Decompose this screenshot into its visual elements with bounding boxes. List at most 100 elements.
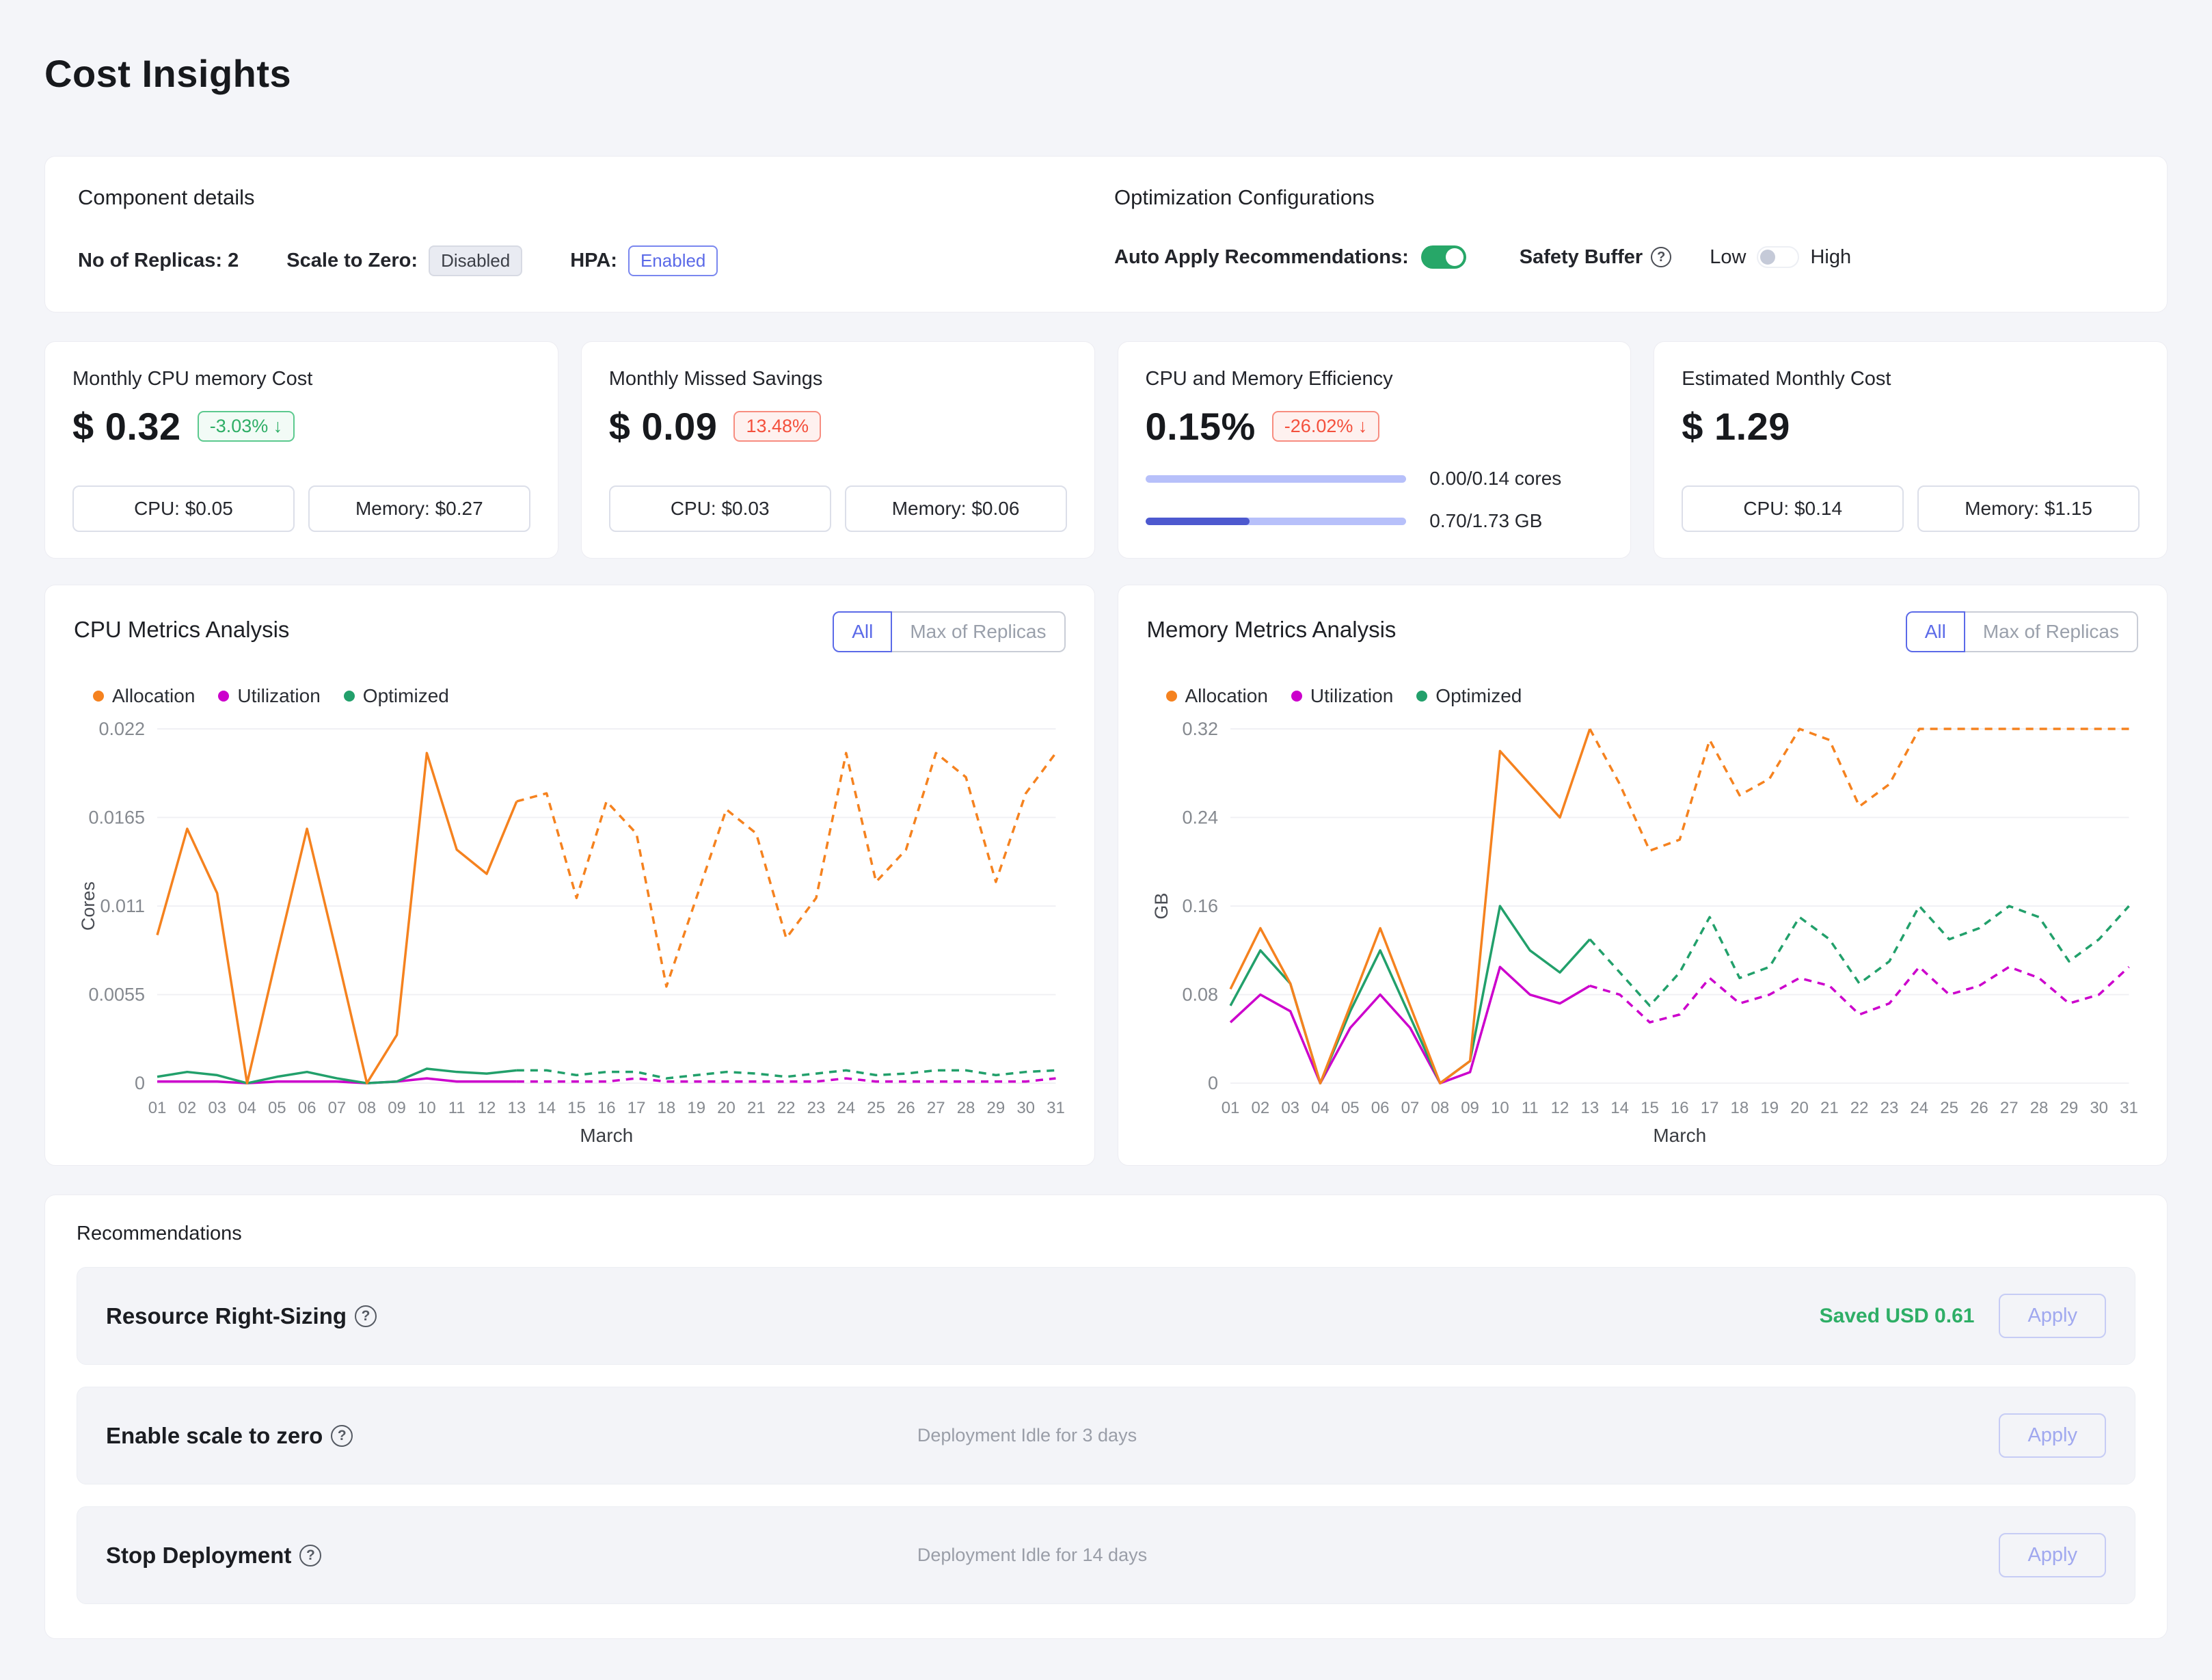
svg-text:24: 24 bbox=[837, 1099, 855, 1117]
tab-max-of-replicas[interactable]: Max of Replicas bbox=[892, 611, 1065, 652]
recommendations-title: Recommendations bbox=[77, 1223, 2135, 1245]
delta-badge: 13.48% bbox=[733, 411, 821, 442]
svg-text:30: 30 bbox=[1016, 1099, 1035, 1117]
scale-to-zero-badge: Disabled bbox=[429, 245, 522, 276]
apply-button[interactable]: Apply bbox=[1999, 1413, 2106, 1458]
svg-text:18: 18 bbox=[1730, 1099, 1749, 1117]
svg-text:03: 03 bbox=[1281, 1099, 1299, 1117]
svg-text:18: 18 bbox=[658, 1099, 676, 1117]
svg-text:14: 14 bbox=[537, 1099, 556, 1117]
cpu-chart-title: CPU Metrics Analysis bbox=[74, 617, 289, 643]
safety-buffer-help-icon[interactable]: ? bbox=[1651, 247, 1671, 267]
tab-all[interactable]: All bbox=[1906, 611, 1965, 652]
svg-text:0: 0 bbox=[135, 1073, 145, 1093]
auto-apply-label: Auto Apply Recommendations: bbox=[1114, 246, 1409, 269]
legend-utilization: Utilization bbox=[1310, 685, 1393, 707]
recommendations-card: Recommendations Resource Right-Sizing ? … bbox=[44, 1195, 2168, 1639]
svg-text:04: 04 bbox=[238, 1099, 256, 1117]
svg-text:22: 22 bbox=[1850, 1099, 1868, 1117]
allocation-dot-icon bbox=[93, 691, 104, 702]
svg-text:11: 11 bbox=[1521, 1099, 1538, 1117]
svg-text:06: 06 bbox=[1371, 1099, 1389, 1117]
toggle-knob bbox=[1446, 248, 1464, 266]
legend-utilization: Utilization bbox=[237, 685, 320, 707]
svg-text:30: 30 bbox=[2090, 1099, 2108, 1117]
svg-text:07: 07 bbox=[1401, 1099, 1419, 1117]
recommendation-row-resource-right-sizing: Resource Right-Sizing ? Saved USD 0.61 A… bbox=[77, 1267, 2135, 1365]
cost-insights-page: Cost Insights Component details No of Re… bbox=[0, 0, 2212, 1680]
svg-text:02: 02 bbox=[178, 1099, 197, 1117]
svg-text:17: 17 bbox=[1700, 1099, 1718, 1117]
memory-metrics-chart: 00.080.160.240.3201020304050607080910111… bbox=[1147, 714, 2139, 1151]
safety-buffer-label: Safety Buffer bbox=[1520, 246, 1643, 269]
svg-text:23: 23 bbox=[1880, 1099, 1898, 1117]
optimization-config-title: Optimization Configurations bbox=[1114, 185, 2134, 210]
svg-text:15: 15 bbox=[1641, 1099, 1659, 1117]
legend-optimized: Optimized bbox=[363, 685, 449, 707]
legend-optimized: Optimized bbox=[1435, 685, 1522, 707]
svg-text:08: 08 bbox=[358, 1099, 376, 1117]
memory-chart-legend: Allocation Utilization Optimized bbox=[1166, 685, 2139, 707]
help-icon[interactable]: ? bbox=[331, 1425, 353, 1447]
svg-text:27: 27 bbox=[927, 1099, 945, 1117]
svg-text:01: 01 bbox=[148, 1099, 167, 1117]
svg-text:19: 19 bbox=[1760, 1099, 1779, 1117]
svg-text:09: 09 bbox=[388, 1099, 406, 1117]
delta-badge: -3.03% ↓ bbox=[198, 411, 295, 442]
memory-chip: Memory: $0.06 bbox=[845, 485, 1067, 532]
stat-value: 0.15% bbox=[1146, 404, 1256, 449]
memory-metrics-card: Memory Metrics Analysis All Max of Repli… bbox=[1118, 585, 2168, 1166]
svg-text:15: 15 bbox=[567, 1099, 586, 1117]
low-label: Low bbox=[1710, 246, 1746, 269]
svg-text:17: 17 bbox=[628, 1099, 646, 1117]
svg-text:0.24: 0.24 bbox=[1182, 808, 1218, 828]
scale-to-zero-label: Scale to Zero: bbox=[286, 250, 418, 272]
memory-progress-bar bbox=[1146, 518, 1407, 525]
svg-text:22: 22 bbox=[777, 1099, 796, 1117]
config-card: Component details No of Replicas: 2 Scal… bbox=[44, 156, 2168, 312]
svg-text:07: 07 bbox=[328, 1099, 347, 1117]
help-icon[interactable]: ? bbox=[355, 1305, 377, 1327]
svg-text:12: 12 bbox=[478, 1099, 496, 1117]
svg-text:11: 11 bbox=[448, 1099, 466, 1117]
hpa-item: HPA: Enabled bbox=[570, 245, 718, 276]
component-details-section: Component details No of Replicas: 2 Scal… bbox=[78, 185, 1106, 276]
recommendation-subtitle: Deployment Idle for 3 days bbox=[917, 1425, 1999, 1446]
svg-text:0.022: 0.022 bbox=[98, 719, 145, 739]
recommendation-subtitle: Deployment Idle for 14 days bbox=[917, 1545, 1999, 1566]
svg-text:31: 31 bbox=[2120, 1099, 2138, 1117]
help-icon[interactable]: ? bbox=[299, 1545, 321, 1566]
utilization-dot-icon bbox=[218, 691, 229, 702]
svg-text:12: 12 bbox=[1550, 1099, 1569, 1117]
safety-buffer-toggle[interactable] bbox=[1757, 246, 1799, 268]
safety-buffer-item: Safety Buffer ? bbox=[1520, 246, 1672, 269]
optimized-dot-icon bbox=[344, 691, 355, 702]
svg-text:March: March bbox=[1653, 1125, 1706, 1146]
svg-text:March: March bbox=[580, 1125, 633, 1146]
svg-text:14: 14 bbox=[1610, 1099, 1629, 1117]
svg-text:26: 26 bbox=[897, 1099, 915, 1117]
svg-text:03: 03 bbox=[208, 1099, 226, 1117]
component-details-title: Component details bbox=[78, 185, 1106, 210]
memory-chart-tabs: All Max of Replicas bbox=[1906, 611, 2138, 652]
tab-max-of-replicas[interactable]: Max of Replicas bbox=[1965, 611, 2138, 652]
apply-button[interactable]: Apply bbox=[1999, 1294, 2106, 1338]
memory-chip: Memory: $0.27 bbox=[308, 485, 530, 532]
svg-text:09: 09 bbox=[1461, 1099, 1479, 1117]
optimization-config-section: Optimization Configurations Auto Apply R… bbox=[1106, 185, 2134, 276]
svg-text:02: 02 bbox=[1251, 1099, 1269, 1117]
tab-all[interactable]: All bbox=[833, 611, 892, 652]
apply-button[interactable]: Apply bbox=[1999, 1533, 2106, 1577]
stat-value: $ 0.32 bbox=[72, 404, 181, 449]
cpu-metrics-card: CPU Metrics Analysis All Max of Replicas… bbox=[44, 585, 1095, 1166]
svg-text:28: 28 bbox=[2029, 1099, 2048, 1117]
auto-apply-toggle[interactable] bbox=[1421, 245, 1466, 269]
svg-text:21: 21 bbox=[747, 1099, 766, 1117]
svg-text:Cores: Cores bbox=[78, 881, 98, 931]
recommendation-title: Enable scale to zero bbox=[106, 1423, 323, 1449]
monthly-missed-savings-card: Monthly Missed Savings $ 0.09 13.48% CPU… bbox=[581, 341, 1095, 559]
svg-text:06: 06 bbox=[298, 1099, 316, 1117]
cores-usage-label: 0.00/0.14 cores bbox=[1429, 468, 1561, 490]
svg-text:0: 0 bbox=[1208, 1073, 1218, 1093]
svg-text:26: 26 bbox=[1970, 1099, 1988, 1117]
